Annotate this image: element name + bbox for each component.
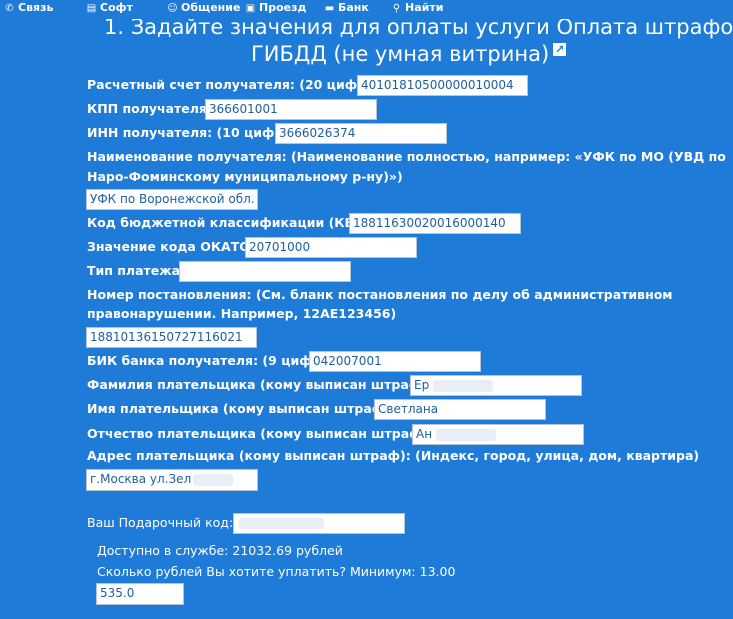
inn-label: ИНН получателя: (10 цифр) (87, 125, 290, 140)
nav-svyaz[interactable]: ✆ Связь (4, 0, 53, 17)
chat-icon: ☺ (167, 3, 178, 14)
decree-number-label-2: правонарушении. Например, 12АЕ123456) (87, 306, 397, 321)
nav-bank[interactable]: ▬ Банк (324, 0, 369, 17)
payer-firstname-label: Имя плательщика (кому выписан штраф): (87, 401, 395, 416)
phone-icon: ✆ (5, 3, 14, 14)
kpp-input[interactable]: 366601001 (205, 99, 377, 120)
amount-input[interactable]: 535.0 (96, 583, 184, 605)
external-link-icon[interactable]: ↗ (553, 43, 567, 56)
nav-svyaz-label: Связь (18, 1, 54, 14)
kpp-label: КПП получателя: (87, 101, 212, 116)
recipient-name-label-1: Наименование получателя: (Наименование п… (87, 149, 726, 164)
redacted-mark (436, 428, 497, 441)
payer-address-label: Адрес плательщика (кому выписан штраф): … (87, 448, 700, 463)
page-title-line-2: ГИБДД (не умная витрина) ↗ (251, 41, 567, 67)
kbk-label: Код бюджетной классификации (КБК): (87, 215, 375, 230)
payer-lastname-label: Фамилия плательщика (кому выписан штраф)… (87, 377, 432, 392)
file-icon: ▤ (86, 3, 97, 14)
redacted-mark (433, 379, 494, 392)
payment-type-label: Тип платежа: (87, 263, 186, 278)
payer-lastname-input[interactable]: Ер (410, 375, 582, 396)
decree-number-input[interactable]: 18810136150727116021 (86, 327, 257, 348)
nav-nayti-label: Найти (405, 1, 444, 14)
amount-prompt-text: Сколько рублей Вы хотите уплатить? Миним… (97, 564, 456, 579)
page-title-line-1: 1. Задайте значения для оплаты услуги Оп… (104, 15, 733, 39)
account-label: Расчетный счет получателя: (20 цифр) (87, 77, 372, 92)
decree-number-label-1: Номер постановления: (См. бланк постанов… (87, 287, 673, 302)
kbk-input[interactable]: 18811630020016000140 (349, 213, 521, 234)
search-icon: ⚲ (392, 3, 401, 14)
payer-patronymic-input[interactable]: Ан (412, 424, 584, 445)
nav-nayti[interactable]: ⚲ Найти (391, 0, 444, 17)
nav-obshchenie[interactable]: ☺ Общение (167, 0, 240, 17)
nav-proezd-label: Проезд (259, 1, 307, 14)
bik-label: БИК банка получателя: (9 цифр) (87, 353, 327, 368)
redacted-mark (239, 518, 324, 529)
card-icon: ▬ (324, 3, 335, 14)
inn-input[interactable]: 3666026374 (275, 123, 447, 144)
payment-type-input[interactable] (179, 261, 351, 282)
recipient-name-label-2: Наро-Фоминскому муниципальному р-ну)») (87, 169, 403, 184)
available-balance-text: Доступно в службе: 21032.69 рублей (97, 543, 343, 558)
payer-patronymic-value: Ан (416, 427, 433, 441)
payer-patronymic-label: Отчество плательщика (кому выписан штраф… (87, 426, 433, 441)
account-input[interactable]: 40101810500000010004 (357, 75, 528, 96)
nav-proezd[interactable]: ▣ Проезд (245, 0, 307, 17)
payer-address-value: г.Москва ул.Зел (90, 472, 192, 486)
payer-firstname-input[interactable]: Светлана (374, 399, 546, 420)
nav-bank-label: Банк (338, 1, 369, 14)
nav-obshchenie-label: Общение (181, 1, 241, 14)
gift-code-label: Ваш Подарочный код: (87, 515, 234, 530)
nav-soft[interactable]: ▤ Софт (86, 0, 133, 17)
okato-label: Значение кода ОКАТО: (87, 239, 255, 254)
redacted-mark (193, 473, 234, 486)
top-navigation: ✆ Связь ▤ Софт ☺ Общение ▣ Проезд ▬ Банк ⚲ Най… (0, 0, 733, 16)
gift-code-input[interactable] (233, 513, 405, 534)
payer-lastname-value: Ер (414, 378, 430, 392)
okato-input[interactable]: 20701000 (245, 237, 417, 258)
bus-icon: ▣ (245, 3, 256, 14)
nav-soft-label: Софт (100, 1, 133, 14)
recipient-name-input[interactable]: УФК по Воронежской обл. (86, 189, 258, 210)
payer-address-input[interactable]: г.Москва ул.Зел (86, 469, 258, 491)
bik-input[interactable]: 042007001 (309, 351, 481, 372)
page-title-text: ГИБДД (не умная витрина) (251, 42, 550, 66)
